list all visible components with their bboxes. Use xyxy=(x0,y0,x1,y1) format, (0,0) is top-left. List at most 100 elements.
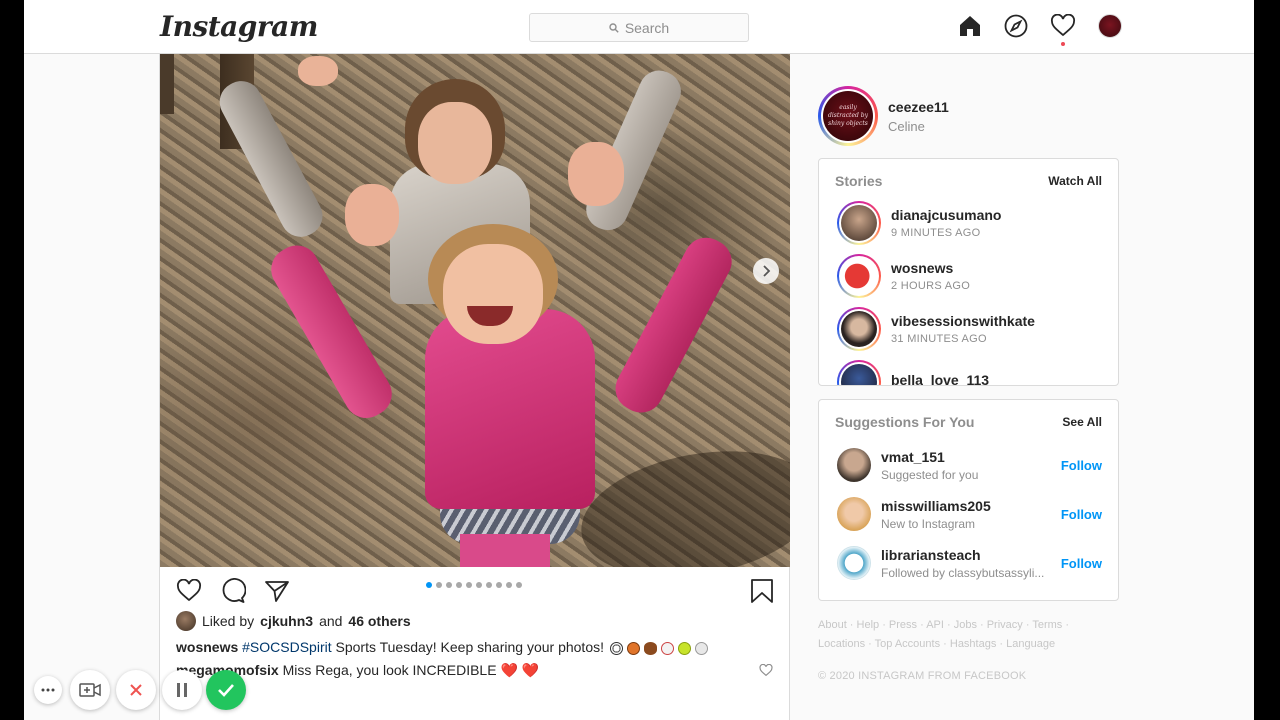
heart-icon xyxy=(1051,14,1075,37)
browser-viewport: Instagram Search Liked by cjkuhn3 and 46… xyxy=(24,0,1254,720)
search-input[interactable]: Search xyxy=(529,13,749,42)
photo-shadow xyxy=(571,434,790,567)
tennis-ball-icon xyxy=(677,641,691,655)
carousel-dot xyxy=(446,582,452,588)
likes-others-link[interactable]: 46 others xyxy=(348,613,410,629)
carousel-dot xyxy=(436,582,442,588)
profile-fullname: Celine xyxy=(888,118,925,134)
video-camera-icon xyxy=(79,683,101,697)
suggestion-item: librariansteach Followed by classybutsass… xyxy=(837,546,1044,580)
cancel-recording-button[interactable] xyxy=(116,670,156,710)
carousel-indicator xyxy=(426,582,522,588)
carousel-next-button[interactable] xyxy=(753,258,779,284)
photo-child-face xyxy=(418,102,492,184)
notification-dot xyxy=(1061,42,1065,46)
volleyball-icon xyxy=(694,641,708,655)
photo-child-legs xyxy=(460,534,550,567)
suggestion-username[interactable]: vmat_151 xyxy=(881,449,978,465)
suggestion-username[interactable]: misswilliams205 xyxy=(881,498,991,514)
photo-child-hand xyxy=(345,184,399,246)
activity-button[interactable] xyxy=(1050,14,1076,46)
story-time: 9 MINUTES AGO xyxy=(891,227,981,239)
caption-emojis xyxy=(609,641,708,655)
suggestion-username[interactable]: librariansteach xyxy=(881,547,1044,563)
more-dots-icon xyxy=(41,688,55,692)
baseball-icon xyxy=(660,641,674,655)
comment-icon[interactable] xyxy=(220,578,246,604)
story-item[interactable]: bella_love_113 xyxy=(837,360,990,386)
caption-username[interactable]: wosnews xyxy=(176,639,238,655)
story-username: vibesessionswithkate xyxy=(891,313,1035,329)
bookmark-save-icon[interactable] xyxy=(750,578,774,604)
liker-username[interactable]: cjkuhn3 xyxy=(260,613,313,629)
carousel-dot xyxy=(496,582,502,588)
suggestion-item: vmat_151 Suggested for you xyxy=(837,448,978,482)
instagram-logo[interactable]: Instagram xyxy=(160,10,318,43)
suggestion-item: misswilliams205 New to Instagram xyxy=(837,497,991,531)
post-photo[interactable] xyxy=(160,54,790,567)
suggestion-avatar[interactable] xyxy=(837,546,871,580)
carousel-dot xyxy=(486,582,492,588)
carousel-dot xyxy=(516,582,522,588)
likes-and: and xyxy=(319,613,343,629)
photo-child-face xyxy=(443,244,543,344)
copyright-text: © 2020 INSTAGRAM FROM FACEBOOK xyxy=(818,670,1027,682)
more-options-button[interactable] xyxy=(34,676,62,704)
see-all-link[interactable]: See All xyxy=(1062,415,1102,429)
story-username: bella_love_113 xyxy=(891,372,990,386)
like-heart-icon[interactable] xyxy=(176,579,202,603)
profile-story-ring[interactable]: easily distracted by shiny objects xyxy=(818,86,878,146)
pause-icon xyxy=(177,683,187,697)
carousel-dot xyxy=(426,582,432,588)
story-item[interactable]: vibesessionswithkate 31 MINUTES AGO xyxy=(837,307,1035,351)
follow-button[interactable]: Follow xyxy=(1061,507,1102,522)
stories-title: Stories xyxy=(835,173,883,189)
stories-panel: Stories Watch All dianajcusumano 9 MINUTE… xyxy=(818,158,1119,386)
carousel-dot xyxy=(476,582,482,588)
comment-like-heart-icon[interactable] xyxy=(759,664,773,677)
footer-links[interactable]: About · Help · Press · API · Jobs · Priv… xyxy=(818,616,1118,654)
suggestions-title: Suggestions For You xyxy=(835,414,975,430)
home-icon[interactable] xyxy=(958,14,982,38)
suggestion-avatar[interactable] xyxy=(837,448,871,482)
comment-text: Miss Rega, you look INCREDIBLE ❤️ ❤️ xyxy=(282,662,540,678)
webcam-toggle-button[interactable] xyxy=(70,670,110,710)
liker-avatar[interactable] xyxy=(176,611,196,631)
profile-username[interactable]: ceezee11 xyxy=(888,99,949,115)
nav-icons xyxy=(958,14,1122,46)
post-caption: wosnews #SOCSDSpirit Sports Tuesday! Kee… xyxy=(176,639,708,655)
profile-avatar: easily distracted by shiny objects xyxy=(823,91,873,141)
photo-child-arm xyxy=(607,229,740,421)
footer-links-line[interactable]: About · Help · Press · API · Jobs · Priv… xyxy=(818,616,1118,635)
story-avatar xyxy=(841,364,877,385)
follow-button[interactable]: Follow xyxy=(1061,458,1102,473)
post-actions xyxy=(176,578,290,604)
watch-all-link[interactable]: Watch All xyxy=(1048,174,1102,188)
carousel-dot xyxy=(466,582,472,588)
share-send-icon[interactable] xyxy=(264,579,290,603)
likes-summary: Liked by cjkuhn3 and 46 others xyxy=(176,611,411,631)
follow-button[interactable]: Follow xyxy=(1061,556,1102,571)
finish-recording-button[interactable] xyxy=(206,670,246,710)
photo-child-arm xyxy=(212,74,330,244)
profile-avatar-button[interactable] xyxy=(1098,14,1122,38)
footer-links-line[interactable]: Locations · Top Accounts · Hashtags · La… xyxy=(818,635,1118,654)
close-icon xyxy=(130,684,142,696)
suggestion-avatar[interactable] xyxy=(837,497,871,531)
carousel-dot xyxy=(506,582,512,588)
explore-compass-icon[interactable] xyxy=(1004,14,1028,38)
chevron-right-icon xyxy=(763,265,771,277)
top-navigation-bar: Instagram Search xyxy=(24,0,1254,54)
photo-child-hand xyxy=(568,142,624,206)
story-item[interactable]: dianajcusumano 9 MINUTES AGO xyxy=(837,201,1001,245)
photo-child-arm xyxy=(263,237,400,426)
suggestion-reason: Followed by classybutsassyli... xyxy=(881,565,1045,580)
story-time: 2 HOURS AGO xyxy=(891,280,971,292)
pause-recording-button[interactable] xyxy=(162,670,202,710)
search-icon xyxy=(609,22,619,33)
suggestion-reason: New to Instagram xyxy=(881,516,976,531)
story-avatar xyxy=(841,258,877,294)
photo-child-hand xyxy=(298,56,338,86)
story-item[interactable]: wosnews 2 HOURS AGO xyxy=(837,254,970,298)
caption-hashtag[interactable]: #SOCSDSpirit xyxy=(242,639,331,655)
